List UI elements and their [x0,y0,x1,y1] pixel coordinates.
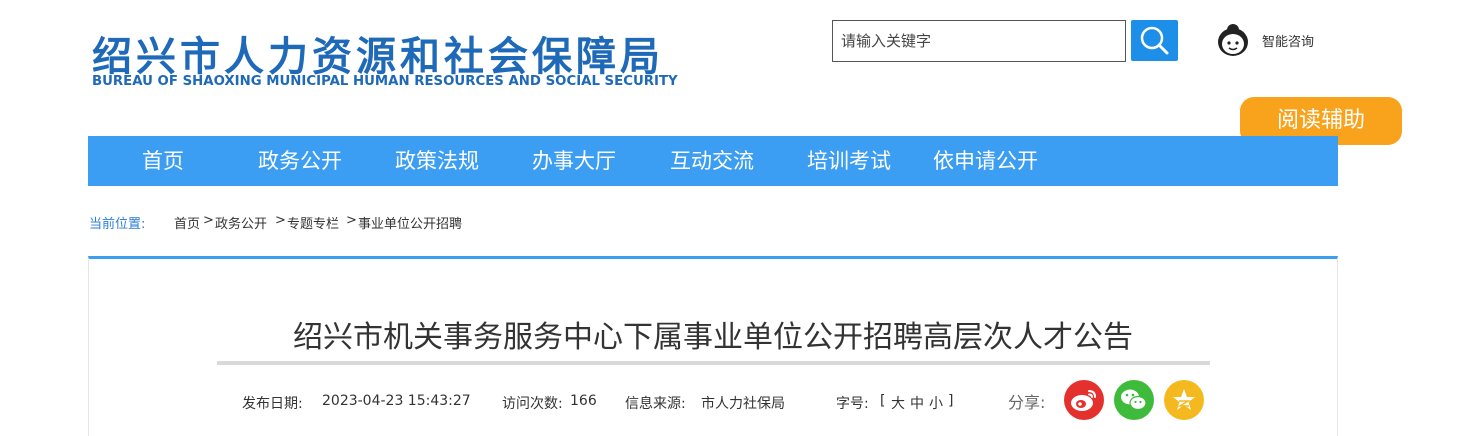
visit-count-label: 访问次数: [502,396,563,412]
share-label: 分享: [1008,393,1046,412]
article-title: 绍兴市机关事务服务中心下属事业单位公开招聘高层次人才公告 [293,320,1133,355]
search-field[interactable] [832,20,1126,62]
nav-item-training-exams[interactable]: 培训考试 [807,136,891,186]
font-size-small-button[interactable]: 小 [929,393,943,413]
breadcrumb-separator: > [346,213,357,228]
font-size-bracket-close: ] [948,393,954,409]
visit-count-value: 166 [570,393,597,409]
breadcrumb-separator: > [275,213,286,228]
breadcrumb-home[interactable]: 首页 [174,213,200,232]
main-navbar: 首页 政务公开 政策法规 办事大厅 互动交流 培训考试 依申请公开 [88,136,1338,186]
nav-item-disclosure-request[interactable]: 依申请公开 [933,136,1038,186]
font-size-medium-button[interactable]: 中 [910,393,924,413]
nav-item-service-hall[interactable]: 办事大厅 [532,136,616,186]
share-qzone-button[interactable] [1164,380,1204,420]
wechat-icon [1121,389,1147,411]
publish-date-value: 2023-04-23 15:43:27 [322,393,471,409]
search-button[interactable] [1131,20,1178,61]
nav-item-home[interactable]: 首页 [142,136,184,186]
nav-item-interaction[interactable]: 互动交流 [670,136,754,186]
qzone-icon [1173,389,1195,410]
weibo-icon [1071,390,1096,411]
nav-item-government-affairs[interactable]: 政务公开 [258,136,342,186]
info-source-label: 信息来源: [625,396,686,412]
breadcrumb-government-affairs[interactable]: 政务公开 [215,213,267,232]
breadcrumb-label: 当前位置: [89,217,146,232]
smart-consult-link[interactable]: 智能咨询 [1262,31,1314,50]
share-weibo-button[interactable] [1064,380,1104,420]
search-icon [1140,26,1169,55]
font-size-large-button[interactable]: 大 [891,393,905,413]
title-divider [217,361,1210,365]
breadcrumb-special-topics[interactable]: 专题专栏 [287,213,339,232]
nav-item-policies[interactable]: 政策法规 [395,136,479,186]
robot-avatar-icon[interactable] [1215,20,1251,58]
breadcrumb-public-recruitment[interactable]: 事业单位公开招聘 [358,213,462,232]
publish-date-label: 发布日期: [242,396,303,412]
breadcrumb-separator: > [203,213,214,228]
info-source-value: 市人力社保局 [701,396,785,412]
font-size-bracket-open: [ [880,393,886,409]
share-wechat-button[interactable] [1114,380,1154,420]
search-input[interactable] [833,21,1125,61]
site-logo-english[interactable]: BUREAU OF SHAOXING MUNICIPAL HUMAN RESOU… [92,74,678,89]
font-size-label: 字号: [836,396,869,412]
